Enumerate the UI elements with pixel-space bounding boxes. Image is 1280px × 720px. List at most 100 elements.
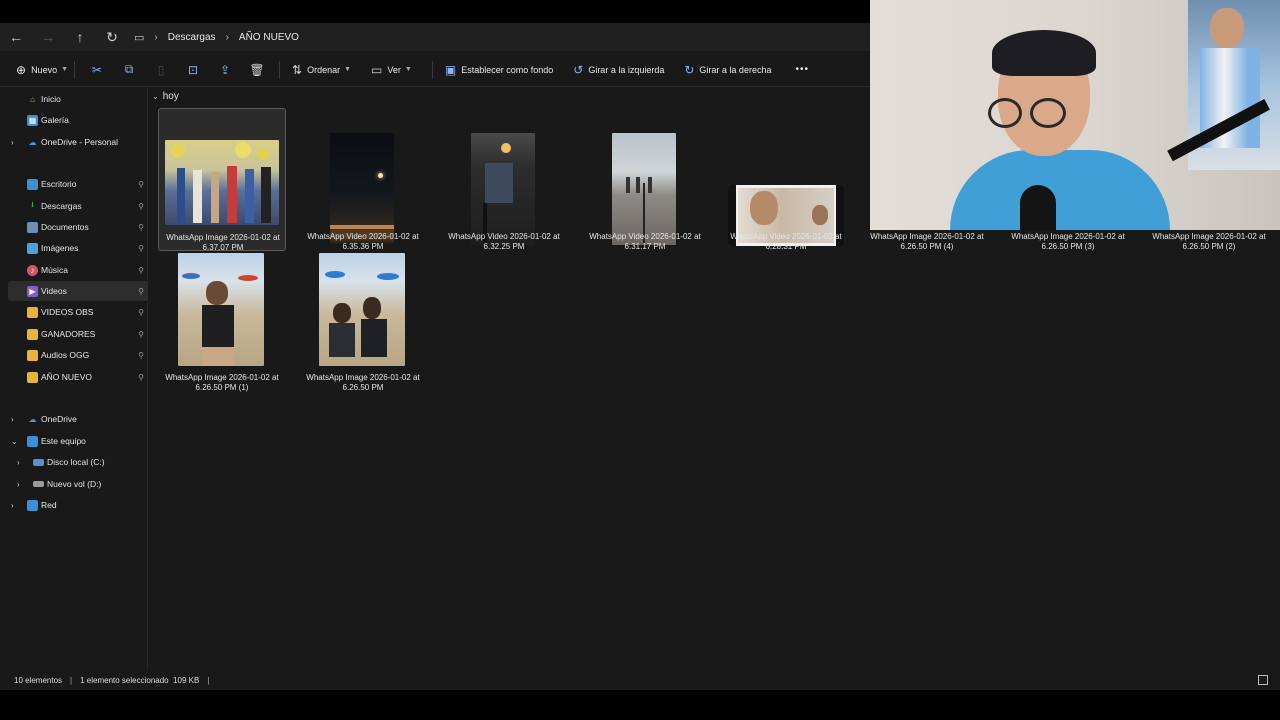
sidebar-item-imagenes[interactable]: Imágenes ⚲ xyxy=(8,238,148,258)
sidebar-item-documentos[interactable]: Documentos ⚲ xyxy=(8,217,148,237)
chevron-right-icon[interactable]: › xyxy=(11,415,14,424)
breadcrumb: ▭ › Descargas › AÑO NUEVO xyxy=(134,23,299,51)
chevron-down-icon: ⌄ xyxy=(152,92,159,101)
view-button[interactable]: ▭ Ver ▼ xyxy=(357,53,426,87)
breadcrumb-ano-nuevo[interactable]: AÑO NUEVO xyxy=(239,32,299,43)
chevron-down-icon[interactable]: ⌄ xyxy=(11,437,18,446)
sidebar-item-onedrive-personal[interactable]: › ☁ OneDrive - Personal xyxy=(8,132,148,152)
file-name: WhatsApp Image 2026-01-02 at 6.26.50 PM (… xyxy=(1152,232,1266,251)
sidebar-item-disco-local-c[interactable]: › Disco local (C:) xyxy=(8,452,148,472)
sidebar-item-este-equipo[interactable]: ⌄ Este equipo xyxy=(8,431,148,451)
cut-icon[interactable]: ✂ xyxy=(81,53,113,87)
pin-icon[interactable]: ⚲ xyxy=(138,223,144,232)
divider: | xyxy=(70,675,73,685)
sidebar-item-ano-nuevo[interactable]: AÑO NUEVO ⚲ xyxy=(8,367,148,387)
pin-icon[interactable]: ⚲ xyxy=(138,287,144,296)
new-button[interactable]: ⊕ Nuevo ▼ xyxy=(0,53,68,87)
sidebar-item-label: Música xyxy=(41,265,68,275)
refresh-icon[interactable]: ↻ xyxy=(96,23,128,51)
up-icon[interactable]: ↑ xyxy=(64,23,96,51)
pin-icon[interactable]: ⚲ xyxy=(138,330,144,339)
chevron-right-icon[interactable]: › xyxy=(17,480,20,489)
sidebar-item-ganadores[interactable]: GANADORES ⚲ xyxy=(8,324,148,344)
set-background-label: Establecer como fondo xyxy=(461,64,554,75)
sidebar-item-label: GANADORES xyxy=(41,329,96,339)
cloud-icon: ☁ xyxy=(28,137,37,147)
rotate-right-button[interactable]: ↻ Girar a la derecha xyxy=(678,53,785,87)
sidebar-item-audios-ogg[interactable]: Audios OGG ⚲ xyxy=(8,345,148,365)
folder-icon xyxy=(27,328,38,340)
sidebar-item-escritorio[interactable]: Escritorio ⚲ xyxy=(8,174,148,194)
sidebar-item-descargas[interactable]: ⭳ Descargas ⚲ xyxy=(8,196,148,216)
chevron-down-icon: ▼ xyxy=(404,66,412,73)
file-name: WhatsApp Image 2026-01-02 at 6.26.50 PM xyxy=(306,373,420,392)
pin-icon[interactable]: ⚲ xyxy=(138,373,144,382)
back-icon[interactable]: ← xyxy=(0,23,32,51)
drive-icon xyxy=(33,481,44,487)
photo-thumbnail xyxy=(178,253,264,366)
file-tile[interactable]: WhatsApp Image 2026-01-02 at 6.37.07 PM xyxy=(158,108,286,252)
chevron-right-icon[interactable]: › xyxy=(226,32,229,43)
file-name: WhatsApp Video 2026-01-02 at 6.35.36 PM xyxy=(307,232,419,251)
delete-icon[interactable]: 🗑 xyxy=(241,53,273,87)
sidebar-item-label: Galería xyxy=(41,115,69,125)
chevron-right-icon[interactable]: › xyxy=(17,458,20,467)
sort-button[interactable]: ⇅ Ordenar ▼ xyxy=(286,53,357,87)
chevron-right-icon[interactable]: › xyxy=(11,501,14,510)
sidebar-item-label: Audios OGG xyxy=(41,350,90,360)
set-background-button[interactable]: ▣ Establecer como fondo xyxy=(439,53,567,87)
pin-icon[interactable]: ⚲ xyxy=(138,244,144,253)
home-icon: ⌂ xyxy=(30,94,35,104)
selection-info: 1 elemento seleccionado 109 KB xyxy=(80,675,200,685)
file-tile[interactable]: WhatsApp Video 2026-01-02 at 6.31.17 PM xyxy=(581,108,709,251)
chevron-right-icon[interactable]: › xyxy=(154,32,157,43)
pin-icon[interactable]: ⚲ xyxy=(138,180,144,189)
paste-icon[interactable]: ▯ xyxy=(145,53,177,87)
view-icon: ▭ xyxy=(371,62,383,77)
group-header[interactable]: ⌄ hoy xyxy=(152,91,179,102)
file-name: WhatsApp Image 2026-01-02 at 6.37.07 PM xyxy=(166,233,280,252)
folder-icon xyxy=(27,349,38,361)
sidebar-item-label: VIDEOS OBS xyxy=(41,307,94,317)
pin-icon[interactable]: ⚲ xyxy=(138,202,144,211)
pin-icon[interactable]: ⚲ xyxy=(138,308,144,317)
video-thumbnail xyxy=(612,133,676,245)
rotate-left-icon: ↺ xyxy=(573,62,584,77)
more-options-button[interactable]: ••• xyxy=(785,53,819,87)
file-tile[interactable]: WhatsApp Video 2026-01-02 at 6.35.36 PM xyxy=(299,108,427,251)
copy-icon[interactable]: ⧉ xyxy=(113,53,145,87)
pin-icon[interactable]: ⚲ xyxy=(138,351,144,360)
sidebar-item-red[interactable]: › Red xyxy=(8,495,148,515)
rotate-right-icon: ↻ xyxy=(684,62,695,77)
sidebar-item-videos-obs[interactable]: VIDEOS OBS ⚲ xyxy=(8,302,148,322)
chevron-right-icon[interactable]: › xyxy=(11,138,14,147)
monitor-icon[interactable]: ▭ xyxy=(134,31,144,44)
share-icon[interactable]: ⇪ xyxy=(209,53,241,87)
sidebar-item-inicio[interactable]: ⌂ Inicio xyxy=(8,89,148,109)
documents-icon xyxy=(27,221,38,233)
sidebar-item-nuevo-vol-d[interactable]: › Nuevo vol (D:) xyxy=(8,474,148,494)
file-name: WhatsApp Image 2026-01-02 at 6.26.50 PM (… xyxy=(1011,232,1125,251)
pin-icon[interactable]: ⚲ xyxy=(138,266,144,275)
view-label: Ver xyxy=(387,64,401,75)
divider xyxy=(431,60,433,79)
chevron-down-icon: ▼ xyxy=(61,66,69,73)
rename-icon[interactable]: ⊡ xyxy=(177,53,209,87)
file-tile[interactable]: WhatsApp Video 2026-01-02 at 6.28.31 PM xyxy=(722,108,850,251)
file-tile[interactable]: WhatsApp Image 2026-01-02 at 6.26.50 PM xyxy=(299,253,427,396)
rotate-left-button[interactable]: ↺ Girar a la izquierda xyxy=(567,53,678,87)
network-icon xyxy=(27,499,38,511)
folder-icon xyxy=(27,306,38,318)
file-tile[interactable]: WhatsApp Video 2026-01-02 at 6.32.25 PM xyxy=(440,108,568,251)
breadcrumb-descargas[interactable]: Descargas xyxy=(168,32,216,43)
sidebar-item-musica[interactable]: ♪ Música ⚲ xyxy=(8,260,148,280)
forward-icon[interactable]: → xyxy=(32,23,64,51)
group-label: hoy xyxy=(162,91,179,102)
details-view-icon[interactable] xyxy=(1258,675,1268,685)
gallery-icon: ▦ xyxy=(27,114,38,126)
sidebar-item-galeria[interactable]: ▦ Galería xyxy=(8,110,148,130)
file-tile[interactable]: WhatsApp Image 2026-01-02 at 6.26.50 PM (… xyxy=(158,253,286,396)
sidebar-item-onedrive[interactable]: › ☁ OneDrive xyxy=(8,409,148,429)
sidebar-item-videos[interactable]: ▶ Videos ⚲ xyxy=(8,281,148,301)
sidebar-item-label: Nuevo vol (D:) xyxy=(47,479,102,489)
